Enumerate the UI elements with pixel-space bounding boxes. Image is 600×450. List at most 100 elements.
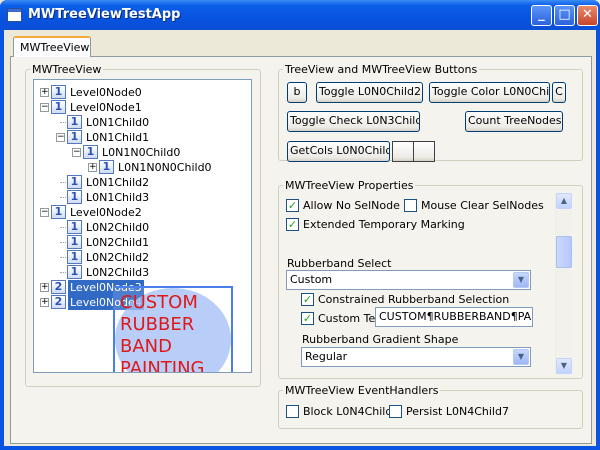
properties-group-legend: MWTreeView Properties [285, 179, 414, 192]
block-l0n4child6-checkbox[interactable] [286, 405, 299, 418]
gradient-shape-label: Rubberband Gradient Shape [302, 333, 459, 346]
mouse-clear-selnodes-label: Mouse Clear SelNodes [421, 199, 544, 212]
gradient-shape-value: Regular [305, 350, 348, 363]
tree-node[interactable]: −1 Level0Node1 [34, 100, 251, 115]
toggle-check-button[interactable]: Toggle Check L0N3Child2 [287, 111, 420, 132]
expand-icon[interactable]: + [40, 298, 49, 307]
node-number-icon: 1 [67, 115, 82, 129]
rubberband-select-label: Rubberband Select [287, 257, 392, 270]
tree-node-label: L0N1N0Child0 [102, 146, 181, 159]
node-number-icon: 2 [51, 280, 66, 294]
tree-node[interactable]: +1 Level0Node0 [34, 85, 251, 100]
tree-node[interactable]: 1 L0N1Child2 [34, 175, 251, 190]
extended-temporary-marking-label: Extended Temporary Marking [303, 218, 465, 231]
rubberband-select-value: Custom [290, 273, 333, 286]
node-number-icon: 1 [51, 85, 66, 99]
eventhandlers-group-legend: MWTreeView EventHandlers [285, 384, 439, 397]
getcols-button[interactable]: GetCols L0N0Child2 [287, 141, 390, 162]
tree-node[interactable]: +1 L0N1N0N0Child0 [34, 160, 251, 175]
expand-icon[interactable]: + [88, 163, 97, 172]
node-number-icon: 1 [67, 220, 82, 234]
tree-node[interactable]: 1 L0N2Child2 [34, 250, 251, 265]
tree-node-label: L0N1N0N0Child0 [118, 161, 212, 174]
client-area: MWTreeView MWTreeView +1 Level0Node0−1 Lev… [4, 30, 596, 446]
tab-mwtreeview[interactable]: MWTreeView [13, 36, 91, 57]
constrained-rubberband-checkbox[interactable]: ✓ [301, 293, 314, 306]
block-l0n4child6-label: Block L0N4Child6 [303, 405, 400, 418]
custom-text-input[interactable]: CUSTOM¶RUBBERBAND¶PAINTING [375, 307, 533, 327]
maximize-button[interactable]: □ [554, 5, 575, 26]
tree-node-label: Level0Node2 [70, 206, 142, 219]
node-number-icon: 1 [99, 160, 114, 174]
tree-node-label: L0N2Child3 [86, 266, 150, 279]
collapse-icon[interactable]: − [72, 148, 81, 157]
tree-node-label: L0N2Child1 [86, 236, 150, 249]
tree-node[interactable]: −1 L0N1N0Child0 [34, 145, 251, 160]
tree-node[interactable]: 1 L0N2Child0 [34, 220, 251, 235]
app-window: MWTreeViewTestApp _ □ ✕ MWTreeView MWTre… [0, 0, 600, 450]
node-number-icon: 1 [67, 265, 82, 279]
tree-group-legend: MWTreeView [32, 63, 102, 76]
rubberband-custom-text: CUSTOM RUBBER BAND PAINTING [120, 292, 205, 373]
scroll-up-icon[interactable]: ▲ [556, 193, 572, 209]
color-swatch-1[interactable] [392, 141, 414, 162]
tree-node-label: L0N1Child2 [86, 176, 150, 189]
chevron-down-icon: ▼ [513, 272, 529, 288]
scroll-down-icon[interactable]: ▼ [556, 358, 572, 374]
node-number-icon: 1 [51, 205, 66, 219]
gradient-shape-dropdown[interactable]: Regular ▼ [301, 347, 531, 367]
tab-page: MWTreeView +1 Level0Node0−1 Level0Node1 1 L0… [10, 56, 592, 444]
minimize-button[interactable]: _ [531, 5, 552, 26]
tree-node-label: L0N1Child1 [86, 131, 150, 144]
tree-node[interactable]: 1 L0N1Child3 [34, 190, 251, 205]
node-number-icon: 1 [67, 130, 82, 144]
tree-node[interactable]: 1 L0N2Child1 [34, 235, 251, 250]
count-treenodes-button[interactable]: Count TreeNodes [465, 111, 563, 132]
tree-node[interactable]: −1 Level0Node2 [34, 205, 251, 220]
tree-node-label: L0N1Child0 [86, 116, 150, 129]
title-bar[interactable]: MWTreeViewTestApp _ □ ✕ [0, 0, 600, 30]
tree-node-label: Level0Node1 [70, 101, 142, 114]
c-button[interactable]: C [552, 82, 566, 103]
node-number-icon: 1 [67, 235, 82, 249]
collapse-icon[interactable]: − [56, 133, 65, 142]
expand-icon[interactable]: + [40, 283, 49, 292]
tree-node[interactable]: −1 L0N1Child1 [34, 130, 251, 145]
constrained-rubberband-label: Constrained Rubberband Selection [318, 293, 510, 306]
tree-node-label: Level0Node0 [70, 86, 142, 99]
collapse-icon[interactable]: − [40, 103, 49, 112]
tree-node[interactable]: 1 L0N1Child0 [34, 115, 251, 130]
scroll-thumb[interactable] [556, 236, 572, 268]
allow-no-selnode-checkbox[interactable]: ✓ [286, 199, 299, 212]
custom-text-checkbox[interactable]: ✓ [301, 312, 314, 325]
close-button[interactable]: ✕ [577, 5, 598, 26]
allow-no-selnode-label: Allow No SelNode [303, 199, 400, 212]
tree-node-label: L0N2Child0 [86, 221, 150, 234]
tree-node[interactable]: 1 L0N2Child3 [34, 265, 251, 280]
tree-view[interactable]: +1 Level0Node0−1 Level0Node1 1 L0N1Child0−1 L… [33, 79, 252, 373]
rubberband-select-dropdown[interactable]: Custom ▼ [286, 270, 531, 290]
window-title: MWTreeViewTestApp [28, 7, 181, 22]
persist-l0n4child7-label: Persist L0N4Child7 [406, 405, 509, 418]
toggle-color-button[interactable]: Toggle Color L0N0Child2 [429, 82, 550, 103]
node-number-icon: 1 [67, 175, 82, 189]
expand-icon[interactable]: + [40, 88, 49, 97]
extended-temporary-marking-checkbox[interactable]: ✓ [286, 218, 299, 231]
collapse-icon[interactable]: − [40, 208, 49, 217]
app-icon [7, 8, 22, 22]
color-swatch-2[interactable] [413, 141, 435, 162]
chevron-down-icon: ▼ [513, 349, 529, 365]
mouse-clear-selnodes-checkbox[interactable] [404, 199, 417, 212]
node-number-icon: 1 [51, 100, 66, 114]
node-number-icon: 1 [83, 145, 98, 159]
tree-node-label: L0N1Child3 [86, 191, 150, 204]
properties-scrollbar[interactable]: ▲ ▼ [555, 193, 572, 375]
toggle-child2-button[interactable]: Toggle L0N0Child2 [316, 82, 423, 103]
node-number-icon: 2 [51, 295, 66, 309]
node-number-icon: 1 [67, 250, 82, 264]
tree-node-label: L0N2Child2 [86, 251, 150, 264]
persist-l0n4child7-checkbox[interactable] [389, 405, 402, 418]
rubberband-selection: CUSTOM RUBBER BAND PAINTING [113, 286, 233, 373]
buttons-group-legend: TreeView and MWTreeView Buttons [285, 63, 478, 76]
b-button[interactable]: b [287, 82, 307, 103]
